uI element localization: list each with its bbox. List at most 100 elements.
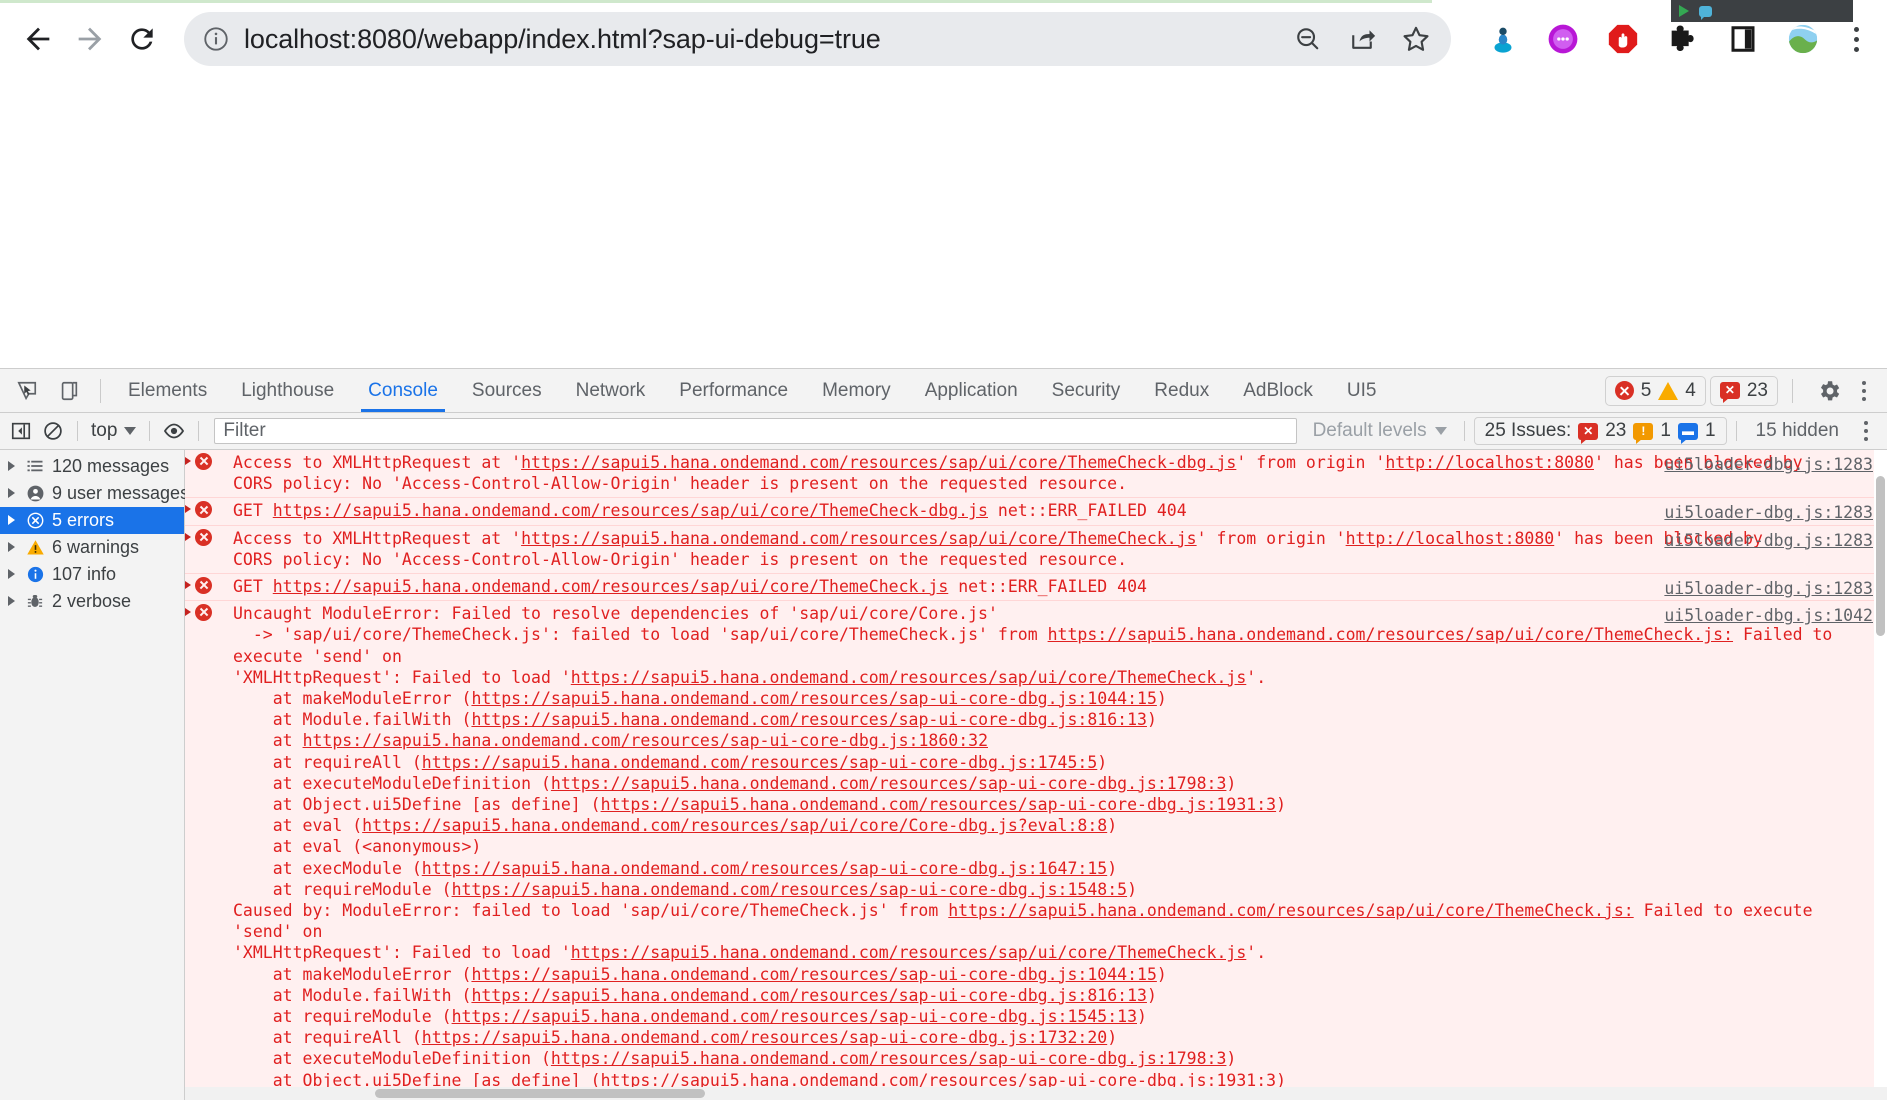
issues-summary[interactable]: 25 Issues: ✕ 23 ! 1 ▬ 1 bbox=[1473, 417, 1727, 446]
tab-elements[interactable]: Elements bbox=[111, 369, 224, 412]
sidebar-item-messages[interactable]: 120 messages bbox=[0, 453, 184, 480]
console-message-list[interactable]: ui5loader-dbg.js:1283 Access to XMLHttpR… bbox=[185, 449, 1887, 1100]
console-url-link[interactable]: https://sapui5.hana.ondemand.com/resourc… bbox=[452, 1007, 1137, 1026]
bookmark-star-icon[interactable] bbox=[1397, 20, 1435, 58]
issues-badge[interactable]: ✕ 23 bbox=[1709, 375, 1778, 406]
console-url-link[interactable]: https://sapui5.hana.ondemand.com/resourc… bbox=[471, 986, 1147, 1005]
side-panel-icon[interactable] bbox=[1723, 19, 1763, 59]
live-expression-eye-icon[interactable] bbox=[159, 416, 189, 446]
console-message-row[interactable]: ui5loader-dbg.js:1042 Uncaught ModuleErr… bbox=[185, 601, 1887, 1100]
console-url-link[interactable]: https://sapui5.hana.ondemand.com/resourc… bbox=[521, 529, 1197, 548]
console-url-link[interactable]: https://sapui5.hana.ondemand.com/resourc… bbox=[273, 577, 949, 596]
tab-application[interactable]: Application bbox=[908, 369, 1035, 412]
console-url-link[interactable]: https://sapui5.hana.ondemand.com/resourc… bbox=[551, 774, 1227, 793]
three-dot-menu-icon[interactable] bbox=[1837, 18, 1875, 60]
account-picture-icon[interactable] bbox=[1783, 19, 1823, 59]
error-warning-badge[interactable]: 5 4 bbox=[1604, 375, 1706, 406]
expand-triangle-icon[interactable] bbox=[4, 461, 18, 472]
console-url-link[interactable]: https://sapui5.hana.ondemand.com/resourc… bbox=[471, 965, 1156, 984]
clear-console-icon[interactable] bbox=[38, 416, 68, 446]
zoom-out-icon[interactable] bbox=[1289, 20, 1327, 58]
sidebar-item-info[interactable]: 107 info bbox=[0, 561, 184, 588]
expand-triangle-icon[interactable] bbox=[4, 542, 18, 553]
source-link[interactable]: ui5loader-dbg.js:1283 bbox=[1664, 530, 1873, 551]
console-url-link[interactable]: http://localhost:8080 bbox=[1346, 529, 1555, 548]
console-url-link[interactable]: https://sapui5.hana.ondemand.com/resourc… bbox=[948, 901, 1633, 920]
console-url-link[interactable]: https://sapui5.hana.ondemand.com/resourc… bbox=[303, 731, 988, 750]
console-url-link[interactable]: https://sapui5.hana.ondemand.com/resourc… bbox=[273, 501, 988, 520]
console-sidebar-toggle-icon[interactable] bbox=[6, 416, 36, 446]
tab-network[interactable]: Network bbox=[559, 369, 663, 412]
console-url-link[interactable]: https://sapui5.hana.ondemand.com/resourc… bbox=[471, 689, 1156, 708]
address-bar[interactable]: localhost:8080/webapp/index.html?sap-ui-… bbox=[184, 12, 1451, 66]
source-link[interactable]: ui5loader-dbg.js:1283 bbox=[1664, 502, 1887, 525]
console-vertical-scrollbar[interactable] bbox=[1874, 449, 1887, 1100]
expand-triangle-icon[interactable] bbox=[185, 532, 191, 541]
console-url-link[interactable]: https://sapui5.hana.ondemand.com/resourc… bbox=[422, 1028, 1107, 1047]
console-url-link[interactable]: https://sapui5.hana.ondemand.com/resourc… bbox=[422, 753, 1098, 772]
forward-button[interactable] bbox=[64, 13, 116, 65]
reload-button[interactable] bbox=[116, 13, 168, 65]
sidebar-item-warnings[interactable]: 6 warnings bbox=[0, 534, 184, 561]
tab-performance[interactable]: Performance bbox=[662, 369, 805, 412]
console-url-link[interactable]: https://sapui5.hana.ondemand.com/resourc… bbox=[571, 943, 1247, 962]
expand-triangle-icon[interactable] bbox=[185, 456, 191, 465]
sidebar-item-errors[interactable]: 5 errors bbox=[0, 506, 184, 534]
log-levels-select[interactable]: Default levels bbox=[1305, 420, 1455, 442]
tab-security[interactable]: Security bbox=[1035, 369, 1138, 412]
expand-triangle-icon[interactable] bbox=[4, 488, 18, 499]
expand-triangle-icon[interactable] bbox=[185, 505, 191, 514]
console-message-row[interactable]: ui5loader-dbg.js:1283 Access to XMLHttpR… bbox=[185, 449, 1887, 499]
expand-triangle-icon[interactable] bbox=[185, 608, 191, 617]
tab-adblock[interactable]: AdBlock bbox=[1226, 369, 1330, 412]
chat-bubble-icon[interactable] bbox=[1699, 5, 1712, 20]
tab-sources[interactable]: Sources bbox=[455, 369, 559, 412]
chat-extension-icon[interactable] bbox=[1543, 19, 1583, 59]
expand-triangle-icon[interactable] bbox=[4, 515, 18, 526]
gear-icon[interactable] bbox=[1813, 375, 1845, 407]
console-url-link[interactable]: http://localhost:8080 bbox=[1385, 453, 1594, 472]
console-url-link[interactable]: https://sapui5.hana.ondemand.com/resourc… bbox=[571, 668, 1247, 687]
console-url-link[interactable]: https://sapui5.hana.ondemand.com/resourc… bbox=[551, 1049, 1227, 1068]
console-horizontal-scrollbar[interactable] bbox=[185, 1087, 1887, 1100]
hidden-messages-label[interactable]: 15 hidden bbox=[1746, 420, 1849, 442]
adblock-stop-hand-icon[interactable] bbox=[1603, 19, 1643, 59]
back-button[interactable] bbox=[12, 13, 64, 65]
tab-memory[interactable]: Memory bbox=[805, 369, 908, 412]
profile-avatar-icon[interactable] bbox=[1483, 19, 1523, 59]
execution-context-select[interactable]: top bbox=[87, 420, 140, 442]
expand-triangle-icon[interactable] bbox=[4, 596, 18, 607]
media-notification-strip[interactable] bbox=[1671, 0, 1853, 22]
extensions-puzzle-icon[interactable] bbox=[1663, 19, 1703, 59]
expand-triangle-icon[interactable] bbox=[4, 569, 18, 580]
console-message-row[interactable]: ui5loader-dbg.js:1283 GET https://sapui5… bbox=[185, 573, 1887, 602]
tab-lighthouse[interactable]: Lighthouse bbox=[224, 369, 351, 412]
source-link[interactable]: ui5loader-dbg.js:1283 bbox=[1664, 454, 1873, 475]
console-url-link[interactable]: https://sapui5.hana.ondemand.com/resourc… bbox=[521, 453, 1236, 472]
tab-console[interactable]: Console bbox=[351, 369, 455, 413]
console-message-row[interactable]: ui5loader-dbg.js:1283 Access to XMLHttpR… bbox=[185, 525, 1887, 574]
console-url-link[interactable]: https://sapui5.hana.ondemand.com/resourc… bbox=[452, 880, 1128, 899]
console-filter-input[interactable]: Filter bbox=[214, 418, 1297, 445]
tab-redux[interactable]: Redux bbox=[1137, 369, 1226, 412]
scrollbar-thumb[interactable] bbox=[375, 1089, 705, 1098]
device-toolbar-icon[interactable] bbox=[52, 374, 86, 408]
scrollbar-thumb[interactable] bbox=[1876, 475, 1885, 636]
inspect-element-icon[interactable] bbox=[10, 374, 44, 408]
console-url-link[interactable]: https://sapui5.hana.ondemand.com/resourc… bbox=[422, 859, 1107, 878]
sidebar-item-verbose[interactable]: 2 verbose bbox=[0, 588, 184, 615]
source-link[interactable]: ui5loader-dbg.js:1283 bbox=[1664, 578, 1887, 600]
play-icon[interactable] bbox=[1679, 5, 1689, 17]
console-message-row[interactable]: ui5loader-dbg.js:1283 GET https://sapui5… bbox=[185, 498, 1887, 526]
sidebar-item-user-messages[interactable]: 9 user messages bbox=[0, 480, 189, 507]
expand-triangle-icon[interactable] bbox=[185, 580, 191, 589]
tab-ui5[interactable]: UI5 bbox=[1330, 369, 1394, 412]
console-url-link[interactable]: https://sapui5.hana.ondemand.com/resourc… bbox=[471, 710, 1147, 729]
console-url-link[interactable]: https://sapui5.hana.ondemand.com/resourc… bbox=[601, 795, 1277, 814]
source-link[interactable]: ui5loader-dbg.js:1042 bbox=[1664, 605, 1873, 626]
console-url-link[interactable]: https://sapui5.hana.ondemand.com/resourc… bbox=[1048, 625, 1733, 644]
share-icon[interactable] bbox=[1343, 20, 1381, 58]
info-circle-icon[interactable] bbox=[202, 25, 230, 53]
console-url-link[interactable]: https://sapui5.hana.ondemand.com/resourc… bbox=[362, 816, 1107, 835]
devtools-more-menu-icon[interactable] bbox=[1849, 374, 1879, 408]
